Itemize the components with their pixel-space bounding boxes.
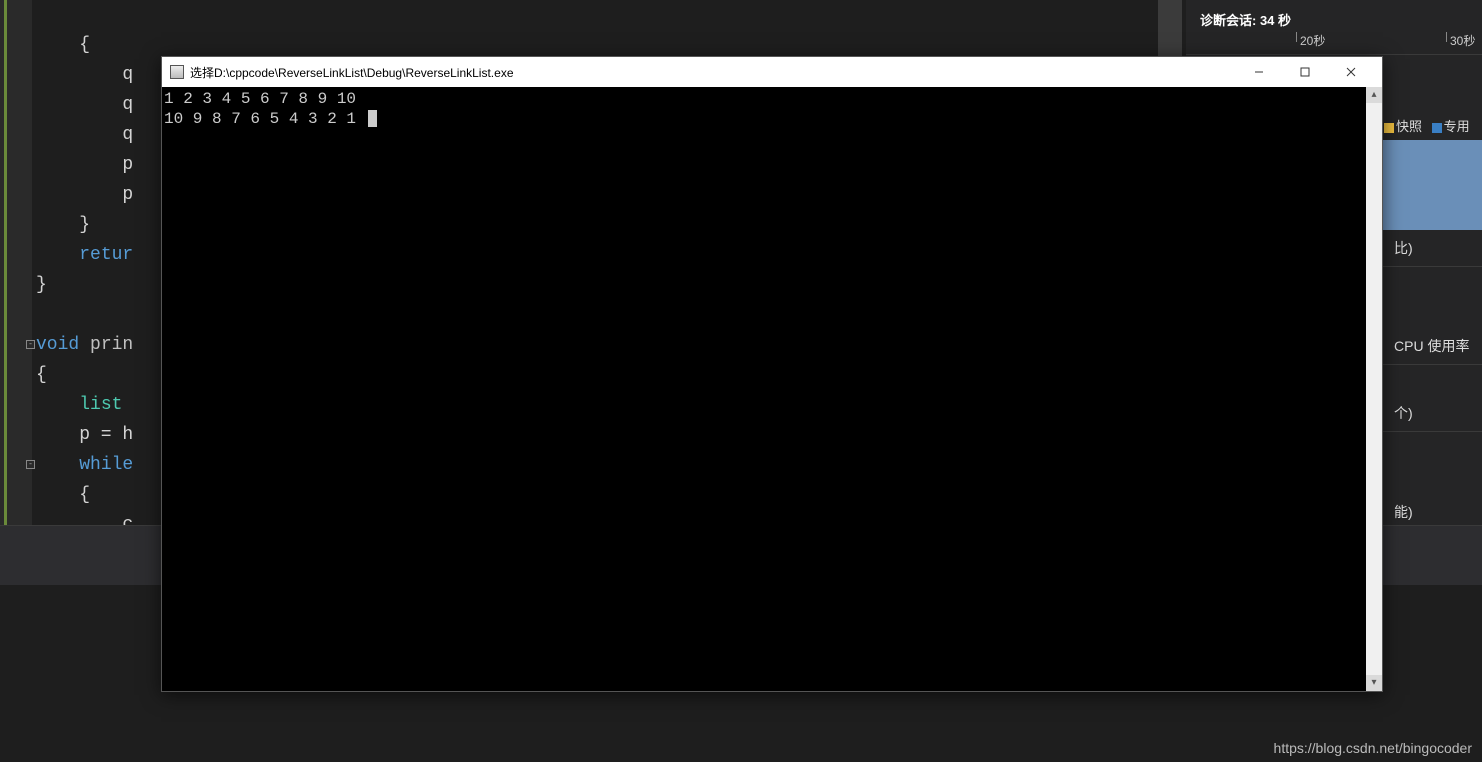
collapse-icon[interactable]: - [26,460,35,469]
console-title: 选择D:\cppcode\ReverseLinkList\Debug\Rever… [190,64,1236,81]
scrollbar[interactable]: ▴ ▾ [1366,87,1382,691]
collapse-icon[interactable]: - [26,340,35,349]
close-button[interactable] [1328,57,1374,87]
diag-section-count[interactable]: 个) [1382,395,1482,432]
scroll-up-button[interactable]: ▴ [1366,87,1382,103]
console-line: 1 2 3 4 5 6 7 8 9 10 [164,89,1364,109]
scroll-down-button[interactable]: ▾ [1366,675,1382,691]
maximize-button[interactable] [1282,57,1328,87]
minimap-viewport[interactable] [1158,0,1182,60]
legend-swatch-icon [1432,123,1442,133]
legend-label: 快照 [1396,119,1422,134]
legend-label: 专用 [1444,119,1470,134]
diag-section-ratio[interactable]: 比) [1382,230,1482,267]
diagnostics-title: 诊断会话: 34 秒 [1200,10,1291,29]
diagnostics-ruler: 20秒 30秒 [1186,30,1482,55]
tick-label: 20秒 [1296,32,1325,42]
console-window[interactable]: 选择D:\cppcode\ReverseLinkList\Debug\Rever… [161,56,1383,692]
legend-swatch-icon [1384,123,1394,133]
console-titlebar[interactable]: 选择D:\cppcode\ReverseLinkList\Debug\Rever… [162,57,1382,87]
diag-section-cpu[interactable]: CPU 使用率 [1382,328,1482,365]
console-line: 10 9 8 7 6 5 4 3 2 1 [164,109,1364,129]
tick-label: 30秒 [1446,32,1475,42]
console-output[interactable]: 1 2 3 4 5 6 7 8 9 10 10 9 8 7 6 5 4 3 2 … [162,87,1366,691]
diagnostics-legend: 快照 专用 [1384,116,1476,135]
watermark: https://blog.csdn.net/bingocoder [1274,740,1472,756]
cursor-icon [368,110,377,127]
minimize-button[interactable] [1236,57,1282,87]
app-icon [170,65,184,79]
memory-graph[interactable] [1382,140,1482,230]
